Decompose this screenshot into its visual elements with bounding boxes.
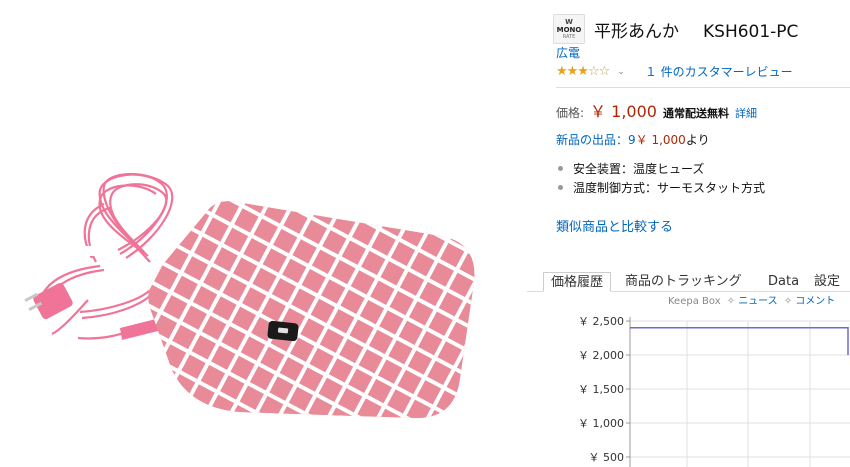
title-row: W MONO RATE 平形あんか KSH601-PC — [553, 14, 798, 44]
y-tick-label: ￥ 500 — [589, 451, 625, 464]
product-image[interactable] — [0, 0, 530, 467]
cord-tie — [86, 246, 104, 256]
heater-photo — [24, 172, 475, 418]
list-item: 安全装置：温度ヒューズ — [558, 159, 765, 178]
product-title: 平形あんか KSH601-PC — [594, 17, 798, 42]
star-rating[interactable]: ★★★☆☆ — [556, 64, 610, 79]
feature-bullets: 安全装置：温度ヒューズ 温度制御方式：サーモスタット方式 — [558, 159, 765, 197]
y-tick-label: ￥ 2,500 — [578, 315, 624, 328]
price-series-line — [630, 327, 849, 355]
list-item: 温度制御方式：サーモスタット方式 — [558, 178, 765, 197]
compare-similar-link[interactable]: 類似商品と比較する — [556, 216, 673, 235]
tab-product-tracking[interactable]: 商品のトラッキング — [625, 272, 742, 292]
offers-suffix: より — [685, 133, 710, 147]
price-history-chart[interactable]: ￥ 2,500 ￥ 2,000 ￥ 1,500 ￥ 1,000 ￥ 500 — [560, 311, 850, 467]
stars-empty-icon: ☆☆ — [587, 64, 610, 79]
y-tick-label: ￥ 2,000 — [578, 349, 624, 362]
product-model: KSH601-PC — [703, 21, 799, 42]
keepa-links: Keepa Box ✧ ニュース ✧ コメント — [668, 292, 835, 307]
shipping-info: 通常配送無料 — [662, 107, 729, 120]
plug — [24, 282, 73, 320]
tab-settings[interactable]: 設定 — [814, 272, 840, 292]
bullet-text: 温度制御方式：サーモスタット方式 — [573, 181, 766, 195]
comment-link[interactable]: コメント — [795, 296, 835, 307]
sparkle-icon: ✧ — [726, 296, 736, 307]
tab-price-history[interactable]: 価格履歴 — [543, 272, 612, 292]
news-link[interactable]: ニュース — [738, 296, 778, 307]
rating-row: ★★★☆☆ ⌄ １ 件のカスタマーレビュー — [556, 63, 793, 80]
product-name: 平形あんか — [594, 21, 679, 42]
review-link[interactable]: １ 件のカスタマーレビュー — [645, 63, 793, 80]
offers-link[interactable]: 新品の出品：9 — [556, 133, 636, 147]
keepa-tabbar: 価格履歴 商品のトラッキング Data 設定 — [527, 272, 850, 292]
bullet-text: 安全装置：温度ヒューズ — [573, 162, 705, 176]
y-tick-label: ￥ 1,000 — [578, 417, 624, 430]
bullet-icon — [558, 166, 563, 171]
badge-top: W — [565, 18, 573, 26]
shipping-detail-link[interactable]: 詳細 — [735, 105, 757, 121]
stars-filled-icon: ★★★ — [556, 64, 589, 79]
y-tick-label: ￥ 1,500 — [578, 383, 624, 396]
offers-row: 新品の出品：9￥ 1,000より — [556, 131, 710, 148]
bullet-icon — [558, 185, 563, 190]
badge-rate: RATE — [562, 34, 576, 40]
price-label: 価格: — [556, 106, 585, 120]
badge-word: MONO — [556, 26, 582, 34]
price-value: ￥ 1,000 — [590, 102, 657, 121]
mono-rate-badge[interactable]: W MONO RATE — [553, 14, 585, 44]
divider — [556, 87, 850, 88]
keepa-box-label: Keepa Box — [668, 296, 721, 307]
chevron-down-icon[interactable]: ⌄ — [617, 67, 625, 77]
sparkle-icon: ✧ — [783, 296, 793, 307]
brand-link[interactable]: 広電 — [556, 44, 580, 61]
price-row: 価格: ￥ 1,000 通常配送無料 詳細 — [556, 98, 757, 122]
heater-pad — [148, 201, 475, 418]
tab-data[interactable]: Data — [768, 272, 799, 292]
offers-price: ￥ 1,000 — [635, 133, 686, 147]
